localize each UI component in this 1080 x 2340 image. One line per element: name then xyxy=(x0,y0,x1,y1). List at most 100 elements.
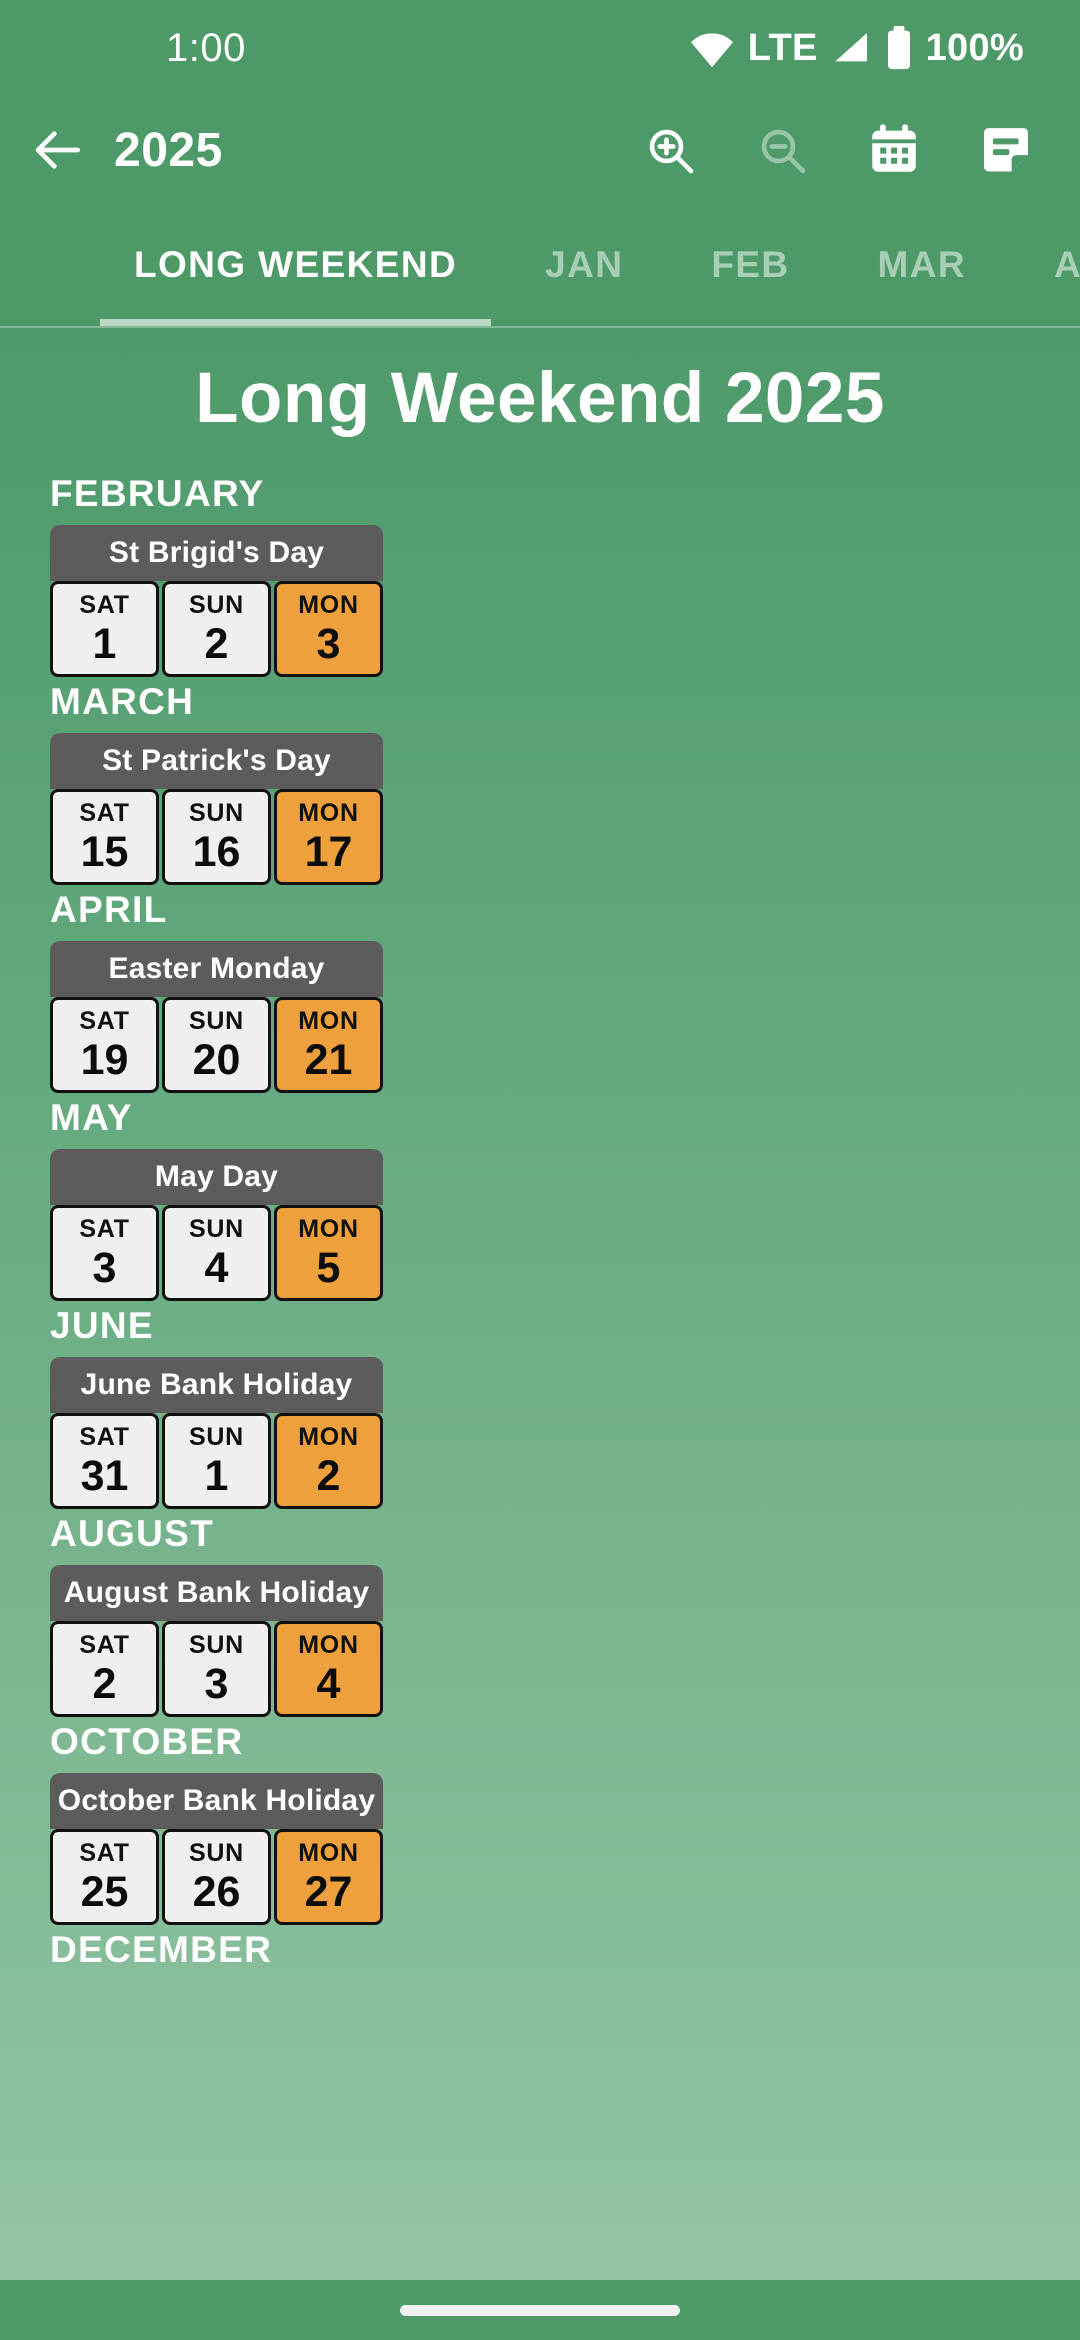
long-weekend-card[interactable]: May Day SAT 3 SUN 4 MON 5 xyxy=(50,1149,383,1301)
day-of-week-label: SAT xyxy=(79,798,130,827)
card-days-row: SAT 31 SUN 1 MON 2 xyxy=(50,1413,383,1509)
back-arrow-icon[interactable] xyxy=(10,101,108,199)
month-name: MARCH xyxy=(50,681,195,722)
card-header: Easter Monday xyxy=(50,941,383,997)
page-title-year: 2025 xyxy=(114,123,223,177)
calendar-icon[interactable] xyxy=(838,100,950,200)
day-cell[interactable]: SAT 3 xyxy=(50,1205,159,1301)
month-name: MAY xyxy=(50,1097,133,1138)
month-block: MARCH St Patrick's Day SAT 15 SUN 16 MON 17 xyxy=(50,681,1080,885)
day-of-week-label: SUN xyxy=(189,1422,244,1451)
day-of-week-label: SAT xyxy=(79,1422,130,1451)
tab-apr[interactable]: APR xyxy=(1010,204,1080,326)
signal-icon xyxy=(832,28,872,68)
tab-jan[interactable]: JAN xyxy=(501,204,667,326)
month-name: AUGUST xyxy=(50,1513,215,1554)
tab-bar[interactable]: LONG WEEKEND JAN FEB MAR APR xyxy=(0,204,1080,328)
day-number-label: 26 xyxy=(192,1867,241,1916)
day-of-week-label: SAT xyxy=(79,590,130,619)
day-number-label: 2 xyxy=(204,619,229,668)
day-of-week-label: SUN xyxy=(189,1214,244,1243)
day-cell[interactable]: SAT 31 xyxy=(50,1413,159,1509)
long-weekend-card[interactable]: October Bank Holiday SAT 25 SUN 26 MON 27 xyxy=(50,1773,383,1925)
long-weekend-card[interactable]: St Patrick's Day SAT 15 SUN 16 MON 17 xyxy=(50,733,383,885)
long-weekend-card[interactable]: August Bank Holiday SAT 2 SUN 3 MON 4 xyxy=(50,1565,383,1717)
day-cell-holiday[interactable]: MON 21 xyxy=(274,997,383,1093)
month-name: FEBRUARY xyxy=(50,473,265,514)
day-cell-holiday[interactable]: MON 5 xyxy=(274,1205,383,1301)
day-cell[interactable]: SAT 25 xyxy=(50,1829,159,1925)
month-name: OCTOBER xyxy=(50,1721,244,1762)
day-cell[interactable]: SUN 4 xyxy=(162,1205,271,1301)
long-weekend-card[interactable]: Easter Monday SAT 19 SUN 20 MON 21 xyxy=(50,941,383,1093)
long-weekend-card[interactable]: St Brigid's Day SAT 1 SUN 2 MON 3 xyxy=(50,525,383,677)
tab-label: APR xyxy=(1053,244,1080,285)
day-of-week-label: MON xyxy=(298,1214,359,1243)
card-header: August Bank Holiday xyxy=(50,1565,383,1621)
day-cell[interactable]: SUN 26 xyxy=(162,1829,271,1925)
wifi-icon xyxy=(690,26,734,70)
day-cell-holiday[interactable]: MON 2 xyxy=(274,1413,383,1509)
day-cell[interactable]: SAT 1 xyxy=(50,581,159,677)
content-scroll-area[interactable]: Long Weekend 2025 FEBRUARY St Brigid's Da… xyxy=(0,330,1080,2280)
long-weekend-card[interactable]: June Bank Holiday SAT 31 SUN 1 MON 2 xyxy=(50,1357,383,1509)
tab-feb[interactable]: FEB xyxy=(667,204,833,326)
day-cell-holiday[interactable]: MON 3 xyxy=(274,581,383,677)
tab-long-weekend[interactable]: LONG WEEKEND xyxy=(90,204,501,326)
day-number-label: 15 xyxy=(80,827,129,876)
month-name: JUNE xyxy=(50,1305,154,1346)
month-block: DECEMBER xyxy=(50,1929,1080,1971)
day-number-label: 1 xyxy=(92,619,117,668)
day-number-label: 3 xyxy=(204,1659,229,1708)
day-cell[interactable]: SUN 20 xyxy=(162,997,271,1093)
day-cell[interactable]: SUN 3 xyxy=(162,1621,271,1717)
day-number-label: 2 xyxy=(92,1659,117,1708)
day-of-week-label: SUN xyxy=(189,1630,244,1659)
day-number-label: 25 xyxy=(80,1867,129,1916)
day-of-week-label: SAT xyxy=(79,1214,130,1243)
day-of-week-label: MON xyxy=(298,1422,359,1451)
day-number-label: 3 xyxy=(92,1243,117,1292)
month-block: MAY May Day SAT 3 SUN 4 MON 5 xyxy=(50,1097,1080,1301)
day-of-week-label: MON xyxy=(298,1838,359,1867)
app-bar-actions xyxy=(614,100,1062,200)
month-block: FEBRUARY St Brigid's Day SAT 1 SUN 2 MON 3 xyxy=(50,473,1080,677)
holiday-name-label: October Bank Holiday xyxy=(57,1784,376,1817)
holiday-name-label: St Brigid's Day xyxy=(108,536,325,569)
month-block: AUGUST August Bank Holiday SAT 2 SUN 3 MON 4 xyxy=(50,1513,1080,1717)
note-icon[interactable] xyxy=(950,100,1062,200)
day-of-week-label: SUN xyxy=(189,590,244,619)
day-cell[interactable]: SUN 16 xyxy=(162,789,271,885)
month-block: OCTOBER October Bank Holiday SAT 25 SUN 26 MON… xyxy=(50,1721,1080,1925)
card-days-row: SAT 15 SUN 16 MON 17 xyxy=(50,789,383,885)
day-number-label: 4 xyxy=(316,1659,341,1708)
day-number-label: 20 xyxy=(192,1035,241,1084)
battery-percent-label: 100% xyxy=(925,26,1024,69)
day-cell-holiday[interactable]: MON 4 xyxy=(274,1621,383,1717)
day-cell-holiday[interactable]: MON 17 xyxy=(274,789,383,885)
card-days-row: SAT 3 SUN 4 MON 5 xyxy=(50,1205,383,1301)
tab-mar[interactable]: MAR xyxy=(834,204,1010,326)
day-number-label: 3 xyxy=(316,619,341,668)
card-header: June Bank Holiday xyxy=(50,1357,383,1413)
home-gesture-pill[interactable] xyxy=(400,2304,680,2316)
day-cell[interactable]: SUN 1 xyxy=(162,1413,271,1509)
day-cell[interactable]: SAT 15 xyxy=(50,789,159,885)
battery-icon xyxy=(886,26,912,70)
day-cell[interactable]: SUN 2 xyxy=(162,581,271,677)
status-bar: 1:00 LTE 100% xyxy=(0,0,1080,96)
card-header: October Bank Holiday xyxy=(50,1773,383,1829)
holiday-name-label: Easter Monday xyxy=(108,952,325,985)
day-of-week-label: MON xyxy=(298,590,359,619)
system-nav-bar xyxy=(0,2280,1080,2340)
day-of-week-label: MON xyxy=(298,798,359,827)
day-number-label: 17 xyxy=(304,827,353,876)
zoom-out-icon[interactable] xyxy=(726,100,838,200)
day-number-label: 31 xyxy=(80,1451,129,1500)
tab-label: FEB xyxy=(711,244,790,285)
day-cell-holiday[interactable]: MON 27 xyxy=(274,1829,383,1925)
zoom-in-icon[interactable] xyxy=(614,100,726,200)
day-cell[interactable]: SAT 19 xyxy=(50,997,159,1093)
day-cell[interactable]: SAT 2 xyxy=(50,1621,159,1717)
tab-label: JAN xyxy=(545,244,624,285)
